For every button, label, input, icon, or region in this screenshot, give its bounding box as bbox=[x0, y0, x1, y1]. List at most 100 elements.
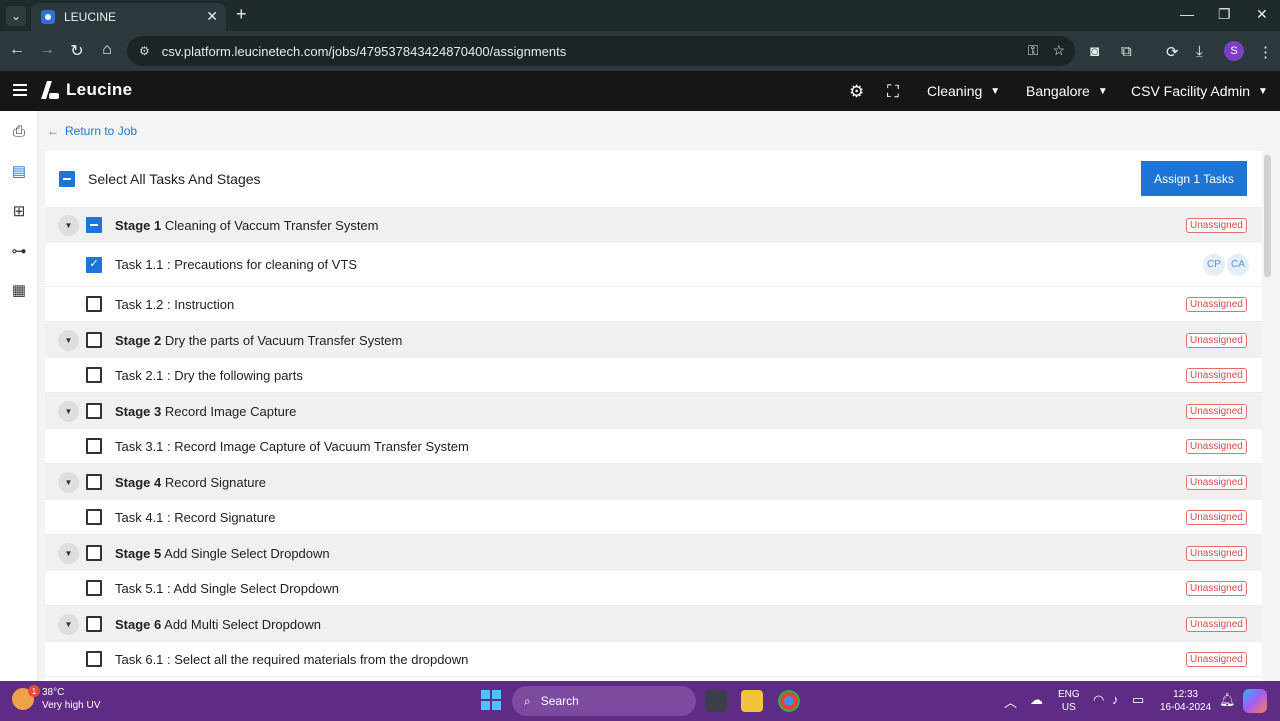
return-to-job-link[interactable]: ← Return to Job bbox=[47, 124, 137, 138]
assignee-avatar[interactable]: CA bbox=[1227, 253, 1249, 276]
task-checkbox[interactable] bbox=[86, 296, 102, 312]
stage-name: Add Single Select Dropdown bbox=[161, 545, 330, 561]
assignee-avatars[interactable]: CP CA bbox=[1203, 253, 1249, 276]
unassigned-badge: Unassigned bbox=[1186, 438, 1247, 454]
new-tab-icon[interactable]: + bbox=[236, 4, 247, 25]
inbox-icon[interactable]: ⎙ bbox=[8, 120, 30, 142]
close-window-icon[interactable]: ✕ bbox=[1256, 6, 1268, 23]
stage-row[interactable]: ▼ Stage 2 Dry the parts of Vacuum Transfe… bbox=[45, 322, 1262, 358]
reports-icon[interactable]: ▦ bbox=[8, 279, 30, 301]
stage-checkbox[interactable] bbox=[86, 332, 102, 348]
stage-checkbox[interactable] bbox=[86, 474, 102, 490]
hamburger-menu-icon[interactable] bbox=[13, 84, 27, 96]
stage-number: Stage 3 bbox=[115, 403, 162, 419]
task-checkbox[interactable] bbox=[86, 651, 102, 667]
wifi-icon[interactable]: ◠ bbox=[1093, 692, 1104, 708]
stage-label: Stage 2 Dry the parts of Vacuum Transfer… bbox=[115, 333, 402, 348]
stage-row[interactable]: ▼ Stage 5 Add Single Select Dropdown Unass… bbox=[45, 535, 1262, 571]
minimize-icon[interactable]: — bbox=[1180, 6, 1194, 22]
scrollbar[interactable] bbox=[1264, 155, 1271, 277]
select-all-checkbox[interactable] bbox=[59, 171, 75, 187]
expand-stage-icon[interactable]: ▼ bbox=[58, 613, 79, 635]
stage-name: Record Signature bbox=[161, 474, 267, 490]
select-all-row[interactable]: Select All Tasks And Stages bbox=[59, 171, 261, 187]
maximize-icon[interactable]: ❐ bbox=[1218, 6, 1231, 23]
password-key-icon[interactable]: ⚿ bbox=[1028, 42, 1039, 59]
profile-avatar[interactable]: S bbox=[1224, 41, 1244, 61]
expand-stage-icon[interactable]: ▼ bbox=[58, 471, 79, 493]
leucine-logo[interactable]: Leucine bbox=[42, 80, 132, 100]
chevron-down-icon: ▼ bbox=[990, 85, 1001, 97]
task-row[interactable]: Task 1.2 : Instruction Unassigned bbox=[45, 287, 1262, 322]
assign-tasks-button[interactable]: Assign 1 Tasks bbox=[1141, 161, 1247, 196]
browser-menu-icon[interactable]: ⋮ bbox=[1258, 43, 1273, 61]
bookmark-star-icon[interactable]: ☆ bbox=[1052, 42, 1065, 59]
task-row[interactable]: Task 4.1 : Record Signature Unassigned bbox=[45, 500, 1262, 535]
task-row[interactable]: Task 3.1 : Record Image Capture of Vacuu… bbox=[45, 429, 1262, 464]
forward-arrow-icon[interactable]: → bbox=[37, 41, 57, 59]
volume-icon[interactable]: ♪ bbox=[1112, 692, 1119, 707]
task-checkbox[interactable] bbox=[86, 580, 102, 596]
task-checkbox[interactable] bbox=[86, 367, 102, 383]
expand-stage-icon[interactable]: ▼ bbox=[58, 214, 79, 236]
facility-dropdown[interactable]: Bangalore ▼ bbox=[1026, 83, 1108, 99]
stage-row[interactable]: ▼ Stage 4 Record Signature Unassigned bbox=[45, 464, 1262, 500]
copilot-icon[interactable] bbox=[1243, 689, 1267, 713]
tab-search-icon[interactable]: ⌄ bbox=[6, 6, 26, 26]
language-indicator[interactable]: ENG US bbox=[1058, 688, 1080, 714]
task-row[interactable]: Task 6.1 : Select all the required mater… bbox=[45, 642, 1262, 677]
scan-qr-icon[interactable]: ⛶ bbox=[887, 82, 899, 102]
expand-stage-icon[interactable]: ▼ bbox=[58, 329, 79, 351]
task-checkbox[interactable]: ✓ bbox=[86, 256, 102, 273]
settings-gear-icon[interactable]: ⚙ bbox=[849, 82, 864, 102]
download-icon[interactable]: ⤓ bbox=[1196, 43, 1203, 60]
home-icon[interactable]: ⌂ bbox=[97, 41, 117, 59]
camera-extension-icon[interactable]: ◙ bbox=[1090, 43, 1099, 60]
url-text: csv.platform.leucinetech.com/jobs/479537… bbox=[161, 43, 567, 59]
onedrive-cloud-icon[interactable]: ☁ bbox=[1030, 692, 1043, 708]
task-row[interactable]: Task 5.1 : Add Single Select Dropdown Una… bbox=[45, 571, 1262, 606]
stage-number: Stage 2 bbox=[115, 332, 162, 348]
windows-start-icon[interactable] bbox=[481, 690, 501, 710]
expand-stage-icon[interactable]: ▼ bbox=[58, 400, 79, 422]
browser-tab[interactable]: LEUCINE ✕ bbox=[31, 3, 226, 31]
assignee-avatar[interactable]: CP bbox=[1203, 253, 1225, 276]
weather-widget[interactable]: 1 38°C Very high UV bbox=[12, 685, 100, 712]
stage-row[interactable]: ▼ Stage 3 Record Image Capture Unassigned bbox=[45, 393, 1262, 429]
taskbar-search[interactable]: ⌕ Search bbox=[512, 686, 696, 716]
stage-row[interactable]: ▼ Stage 6 Add Multi Select Dropdown Unassi… bbox=[45, 606, 1262, 642]
checklists-icon[interactable]: ⊞ bbox=[8, 200, 30, 222]
task-checkbox[interactable] bbox=[86, 438, 102, 454]
tray-overflow-icon[interactable]: ︿ bbox=[1004, 692, 1017, 711]
task-view-icon[interactable] bbox=[705, 690, 727, 712]
stage-checkbox[interactable] bbox=[86, 545, 102, 561]
back-arrow-icon[interactable]: ← bbox=[7, 41, 27, 59]
stage-checkbox[interactable] bbox=[86, 403, 102, 419]
chrome-icon[interactable] bbox=[778, 690, 800, 712]
task-row[interactable]: ✓ Task 1.1 : Precautions for cleaning of … bbox=[45, 243, 1262, 287]
task-row[interactable]: Task 2.1 : Dry the following parts Unassi… bbox=[45, 358, 1262, 393]
site-info-icon[interactable]: ⚙ bbox=[139, 44, 150, 58]
ontology-tree-icon[interactable]: ⊶ bbox=[8, 240, 30, 262]
notification-bell-icon[interactable]: 🔔︎ bbox=[1219, 692, 1236, 708]
battery-icon[interactable]: ▭ bbox=[1132, 692, 1144, 708]
reload-icon[interactable]: ↻ bbox=[67, 41, 87, 61]
unassigned-badge: Unassigned bbox=[1186, 474, 1247, 490]
side-navigation: ⎙ ▤ ⊞ ⊶ ▦ bbox=[0, 111, 38, 681]
use-case-dropdown[interactable]: Cleaning ▼ bbox=[927, 83, 1000, 99]
weather-temp: 38°C bbox=[42, 687, 65, 698]
stage-number: Stage 5 bbox=[115, 545, 162, 561]
sync-icon[interactable]: ⟳ bbox=[1166, 43, 1179, 61]
jobs-clipboard-icon[interactable]: ▤ bbox=[0, 148, 38, 194]
file-explorer-icon[interactable] bbox=[741, 690, 763, 712]
close-tab-icon[interactable]: ✕ bbox=[206, 8, 218, 25]
clock[interactable]: 12:33 16-04-2024 bbox=[1160, 688, 1211, 714]
stage-checkbox[interactable] bbox=[86, 217, 102, 233]
stage-checkbox[interactable] bbox=[86, 616, 102, 632]
task-checkbox[interactable] bbox=[86, 509, 102, 525]
address-bar[interactable]: ⚙ csv.platform.leucinetech.com/jobs/4795… bbox=[127, 36, 1075, 66]
expand-stage-icon[interactable]: ▼ bbox=[58, 542, 79, 564]
user-role-dropdown[interactable]: CSV Facility Admin ▼ bbox=[1131, 83, 1268, 99]
extensions-puzzle-icon[interactable]: ⧉ bbox=[1121, 43, 1132, 60]
stage-row[interactable]: ▼ Stage 1 Cleaning of Vaccum Transfer Sys… bbox=[45, 207, 1262, 243]
